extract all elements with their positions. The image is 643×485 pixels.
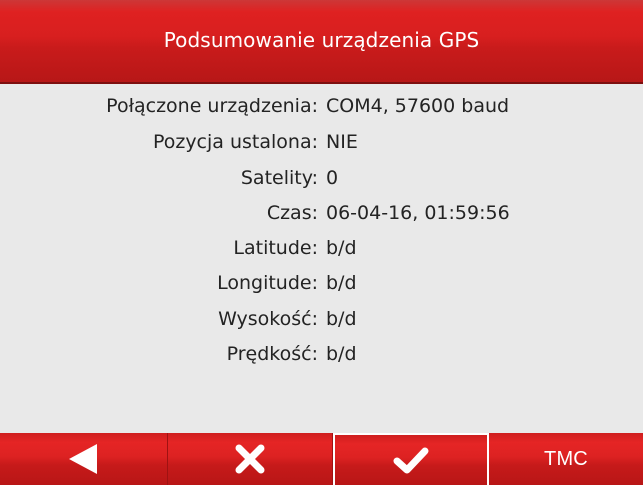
info-value: 0: [326, 167, 339, 189]
info-label: Wysokość:: [218, 308, 318, 330]
info-row-altitude: Wysokość: b/d: [0, 304, 643, 334]
bottom-toolbar: TMC: [0, 433, 643, 485]
info-label: Połączone urządzenia:: [106, 95, 318, 117]
info-label: Pozycja ustalona:: [152, 131, 318, 153]
info-row-latitude: Latitude: b/d: [0, 233, 643, 263]
info-row-longitude: Longitude: b/d: [0, 268, 643, 298]
close-x-icon: [235, 444, 265, 474]
checkmark-icon: [393, 447, 429, 474]
tmc-button-label: TMC: [544, 447, 588, 470]
info-label: Czas:: [266, 202, 318, 224]
info-value: b/d: [326, 343, 357, 365]
gps-summary-screen: Podsumowanie urządzenia GPS Połączone ur…: [0, 0, 643, 485]
info-row-time: Czas: 06-04-16, 01:59:56: [0, 198, 643, 228]
info-label: Latitude:: [233, 237, 318, 259]
info-value: b/d: [326, 308, 357, 330]
info-label: Satelity:: [240, 167, 318, 189]
info-row-speed: Prędkość: b/d: [0, 339, 643, 369]
tmc-button[interactable]: TMC: [489, 433, 643, 485]
gps-info-panel: Połączone urządzenia: COM4, 57600 baud P…: [0, 86, 643, 432]
back-arrow-icon: [68, 444, 97, 474]
cancel-button[interactable]: [168, 433, 333, 485]
info-label: Longitude:: [217, 272, 318, 294]
info-label: Prędkość:: [226, 343, 318, 365]
info-row-connected-devices: Połączone urządzenia: COM4, 57600 baud: [0, 91, 643, 121]
info-row-satellites: Satelity: 0: [0, 163, 643, 193]
info-value: 06-04-16, 01:59:56: [326, 202, 510, 224]
info-row-position-fixed: Pozycja ustalona: NIE: [0, 127, 643, 157]
info-value: b/d: [326, 237, 357, 259]
back-button[interactable]: [0, 433, 168, 485]
title-bar: Podsumowanie urządzenia GPS: [0, 0, 643, 84]
info-value: COM4, 57600 baud: [326, 95, 510, 117]
info-value: NIE: [326, 131, 358, 153]
ok-button[interactable]: [333, 433, 489, 485]
page-title: Podsumowanie urządzenia GPS: [163, 28, 480, 52]
info-value: b/d: [326, 272, 357, 294]
